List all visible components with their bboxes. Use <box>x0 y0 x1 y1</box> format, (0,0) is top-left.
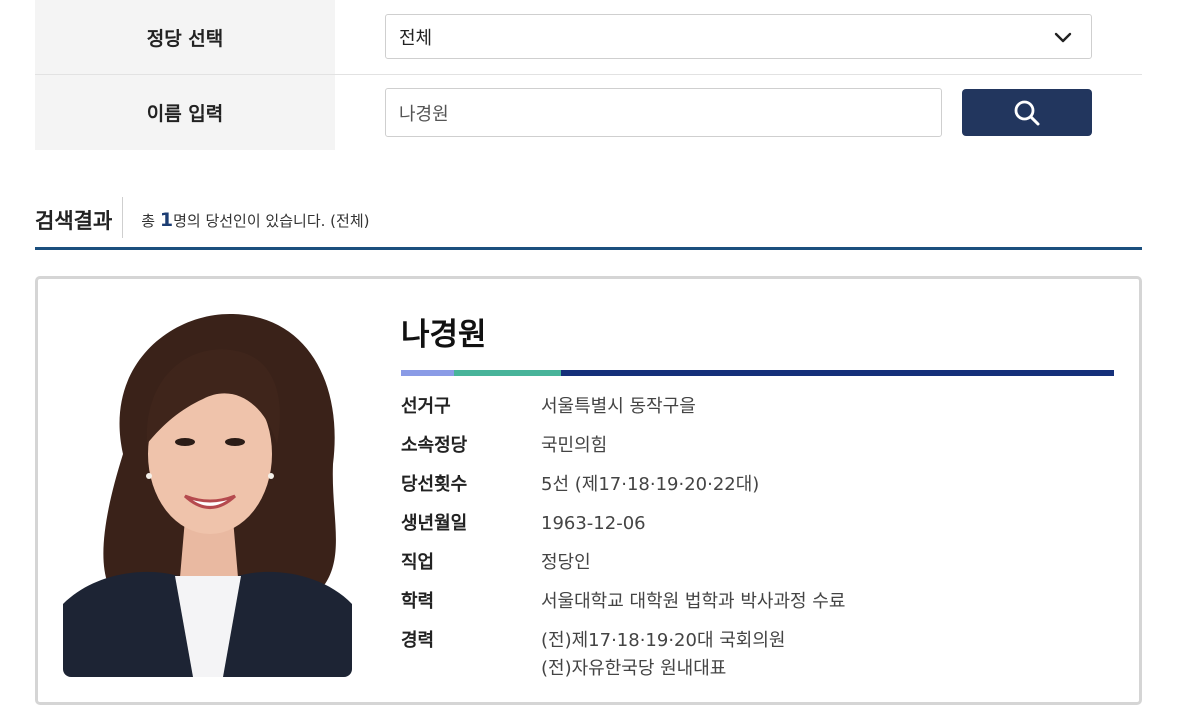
detail-value: 5선 (제17·18·19·20·22대) <box>541 474 760 495</box>
chevron-down-icon <box>1054 32 1072 43</box>
detail-value-list: (전)제17·18·19·20대 국회의원 (전)자유한국당 원내대표 <box>541 627 785 683</box>
result-title: 검색결과 <box>35 197 124 238</box>
portrait-image <box>63 304 352 677</box>
bar-segment-navy <box>561 370 1114 376</box>
career-item: (전)자유한국당 원내대표 <box>541 658 727 679</box>
person-info: 나경원 선거구 서울특별시 동작구을 소속정당 국민의힘 당선횟수 5선 (제1… <box>401 309 1114 683</box>
detail-key: 학력 <box>401 591 435 612</box>
search-icon <box>1014 100 1040 125</box>
detail-key: 경력 <box>401 630 435 651</box>
detail-value: 서울특별시 동작구을 <box>541 396 696 417</box>
result-summary: 총 1명의 당선인이 있습니다. (전체) <box>123 197 369 231</box>
person-card[interactable]: 나경원 선거구 서울특별시 동작구을 소속정당 국민의힘 당선횟수 5선 (제1… <box>35 276 1142 705</box>
bar-segment-green <box>454 370 561 376</box>
detail-key: 당선횟수 <box>401 474 468 495</box>
person-photo <box>63 304 352 677</box>
detail-row-career: 경력 (전)제17·18·19·20대 국회의원 (전)자유한국당 원내대표 <box>401 627 1114 683</box>
name-underline-bar <box>401 370 1114 376</box>
result-count: 1 <box>159 209 174 231</box>
party-filter-label: 정당 선택 <box>35 0 335 74</box>
search-filter-table: 정당 선택 전체 이름 입력 <box>35 0 1142 150</box>
detail-row-party: 소속정당 국민의힘 <box>401 432 1114 471</box>
detail-row-occupation: 직업 정당인 <box>401 549 1114 588</box>
search-button[interactable] <box>962 89 1092 136</box>
name-filter-field <box>335 75 1142 150</box>
detail-row-terms: 당선횟수 5선 (제17·18·19·20·22대) <box>401 471 1114 510</box>
summary-suffix: 명의 당선인이 있습니다. (전체) <box>173 212 370 230</box>
detail-value: 1963-12-06 <box>541 513 646 534</box>
detail-value: 서울대학교 대학원 법학과 박사과정 수료 <box>541 591 846 612</box>
detail-value: 국민의힘 <box>541 435 608 456</box>
detail-row-district: 선거구 서울특별시 동작구을 <box>401 393 1114 432</box>
party-filter-row: 정당 선택 전체 <box>35 0 1142 75</box>
bar-segment-light <box>401 370 454 376</box>
detail-row-birthdate: 생년월일 1963-12-06 <box>401 510 1114 549</box>
party-filter-field: 전체 <box>335 0 1142 74</box>
name-filter-row: 이름 입력 <box>35 75 1142 150</box>
name-input[interactable] <box>385 88 942 137</box>
summary-prefix: 총 <box>141 212 160 230</box>
party-select[interactable]: 전체 <box>385 14 1092 59</box>
party-select-value: 전체 <box>399 27 433 49</box>
detail-value: 정당인 <box>541 552 591 573</box>
career-item: (전)제17·18·19·20대 국회의원 <box>541 630 786 651</box>
detail-key: 직업 <box>401 552 435 573</box>
detail-key: 생년월일 <box>401 513 468 534</box>
detail-key: 선거구 <box>401 396 451 417</box>
detail-row-education: 학력 서울대학교 대학원 법학과 박사과정 수료 <box>401 588 1114 627</box>
name-filter-label: 이름 입력 <box>35 75 335 150</box>
person-name: 나경원 <box>401 317 487 353</box>
detail-key: 소속정당 <box>401 435 468 456</box>
result-header: 검색결과 총 1명의 당선인이 있습니다. (전체) <box>35 197 1142 250</box>
detail-list: 선거구 서울특별시 동작구을 소속정당 국민의힘 당선횟수 5선 (제17·18… <box>401 393 1114 683</box>
